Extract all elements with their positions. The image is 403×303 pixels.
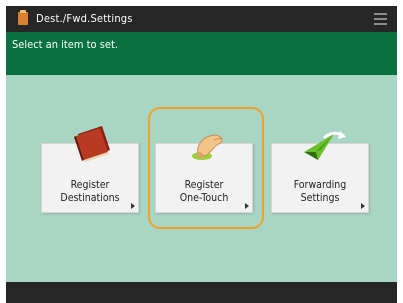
instruction-bar: Select an item to set. — [6, 32, 397, 75]
device-screen: Dest./Fwd.Settings Select an item to set… — [6, 6, 397, 303]
register-one-touch-button[interactable]: Register One-Touch — [155, 134, 253, 213]
corner-arrow-icon — [245, 203, 249, 209]
register-destinations-button[interactable]: Register Destinations — [41, 126, 139, 213]
corner-arrow-icon — [131, 203, 135, 209]
tile-label: Register Destinations — [60, 179, 120, 204]
finger-press-icon — [192, 134, 223, 160]
tile-label: Forwarding Settings — [293, 179, 347, 204]
tile-label: Register One-Touch — [179, 179, 229, 204]
hamburger-menu-icon[interactable] — [374, 13, 387, 25]
instruction-text: Select an item to set. — [12, 38, 118, 51]
address-book-icon — [74, 126, 110, 162]
bottom-bar — [6, 282, 397, 303]
corner-arrow-icon — [361, 203, 365, 209]
forwarding-settings-button[interactable]: Forwarding Settings — [271, 131, 369, 213]
folder-book-icon — [18, 10, 28, 25]
title-bar: Dest./Fwd.Settings — [6, 6, 397, 32]
forward-plane-icon — [304, 131, 346, 160]
screen-title: Dest./Fwd.Settings — [36, 12, 133, 25]
